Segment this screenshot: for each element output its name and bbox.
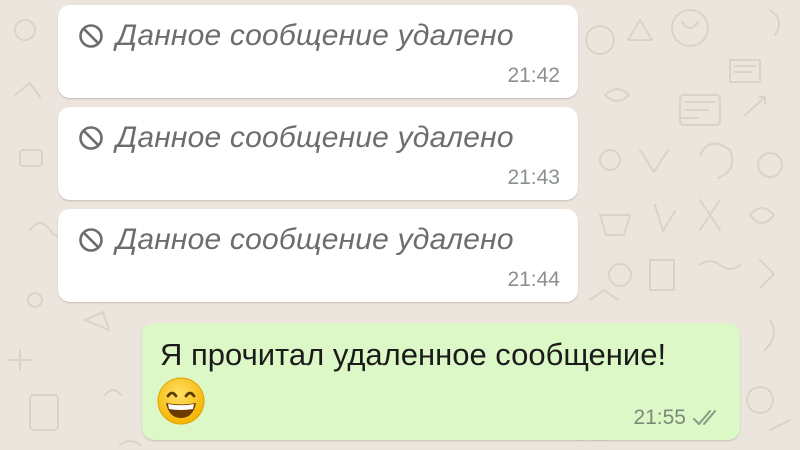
deleted-message-row: Данное сообщение удалено [78, 19, 514, 53]
grinning-face-emoji-icon [157, 377, 205, 425]
ban-icon [79, 126, 103, 150]
deleted-message-text: Данное сообщение удалено [116, 19, 514, 52]
deleted-message-row: Данное сообщение удалено [78, 121, 514, 155]
outgoing-message-meta: 21:55 [633, 406, 724, 430]
message-timestamp: 21:44 [507, 268, 560, 291]
ban-icon [79, 228, 103, 252]
message-bubble-incoming[interactable]: Данное сообщение удалено 21:42 [58, 5, 578, 98]
ban-icon [79, 24, 103, 48]
outgoing-message-text: Я прочитал удаленное сообщение! [160, 337, 667, 372]
deleted-message-row: Данное сообщение удалено [78, 223, 514, 257]
message-bubble-incoming[interactable]: Данное сообщение удалено 21:43 [58, 107, 578, 200]
chat-messages: Данное сообщение удалено 21:42 Данное со… [0, 0, 800, 450]
deleted-message-text: Данное сообщение удалено [116, 223, 514, 256]
message-timestamp: 21:55 [633, 406, 686, 429]
message-timestamp: 21:42 [507, 64, 560, 87]
double-check-icon [693, 410, 716, 425]
message-timestamp: 21:43 [507, 166, 560, 189]
message-bubble-outgoing[interactable]: Я прочитал удаленное сообщение! 21:55 [142, 323, 740, 440]
message-bubble-incoming[interactable]: Данное сообщение удалено 21:44 [58, 209, 578, 302]
deleted-message-text: Данное сообщение удалено [116, 121, 514, 154]
